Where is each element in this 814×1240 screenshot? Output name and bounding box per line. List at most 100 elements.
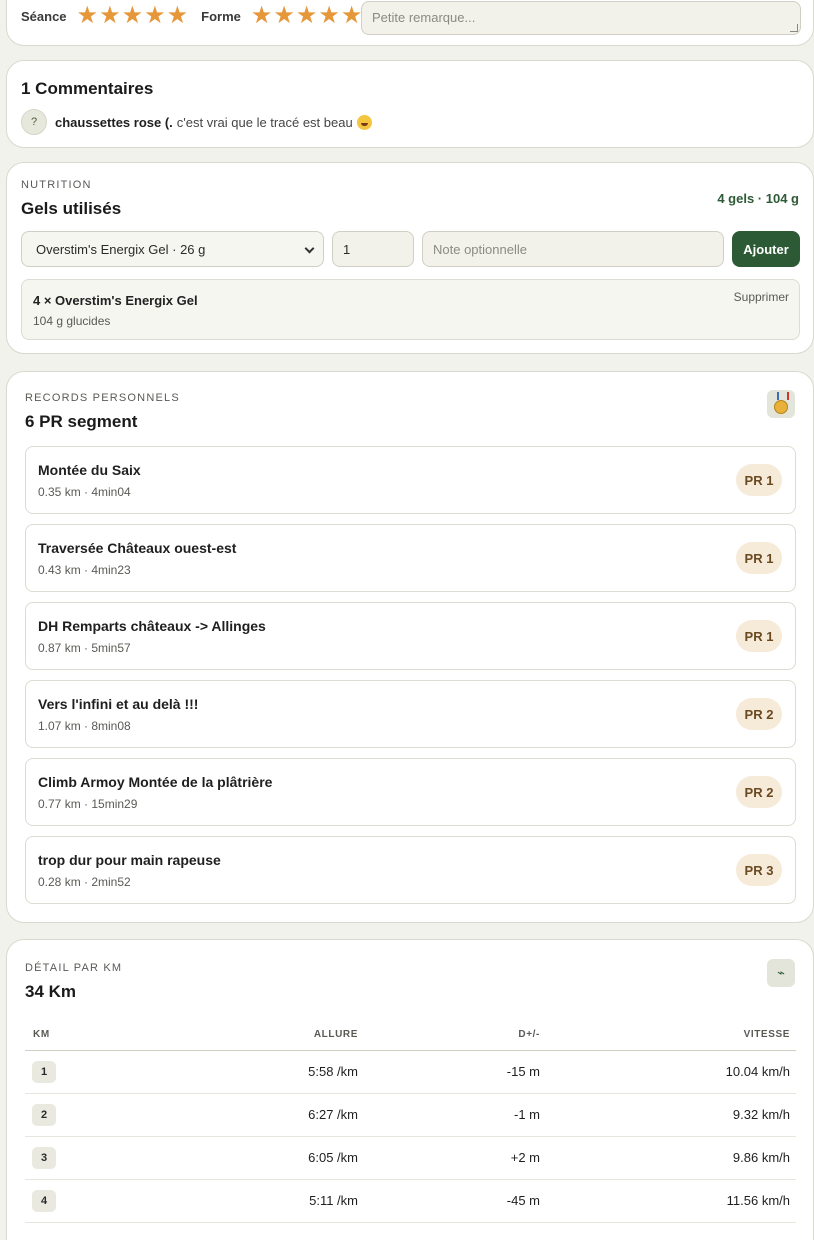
km-detail-card: DÉTAIL PAR KM 34 Km ⌁ KM ALLURE D+/- VIT… [6, 939, 814, 1240]
elevation-cell: -45 m [364, 1179, 546, 1223]
pr-badge: PR 2 [736, 698, 782, 730]
km-chip: 4 [32, 1189, 56, 1212]
pace-cell: 5:11 /km [64, 1179, 364, 1223]
star-icon[interactable]: ★ [341, 4, 363, 28]
bolt-button[interactable]: ⌁ [767, 959, 795, 987]
quantity-input[interactable]: 1 [332, 231, 414, 267]
table-row: 1 5:58 /km -15 m 10.04 km/h [25, 1050, 796, 1094]
comments-card: 1 Commentaires ? chaussettes rose (. c'e… [6, 60, 814, 148]
speed-cell: 9.32 km/h [546, 1093, 796, 1137]
nutrition-kicker: NUTRITION [21, 179, 92, 191]
records-kicker: RECORDS PERSONNELS [25, 392, 180, 404]
star-icon[interactable]: ★ [77, 4, 99, 28]
pr-name: Montée du Saix [38, 462, 141, 478]
speed-cell: 10.04 km/h [546, 1050, 796, 1094]
pace-cell: 5:58 /km [64, 1050, 364, 1094]
medal-button[interactable] [767, 390, 795, 418]
pr-badge: PR 1 [736, 620, 782, 652]
table-header-row: KM ALLURE D+/- VITESSE [25, 1020, 796, 1051]
pace-cell: 6:27 /km [64, 1093, 364, 1137]
gel-entry-name: 4 × Overstim's Energix Gel [33, 293, 198, 308]
seance-stars[interactable]: ★ ★ ★ ★ ★ [77, 4, 190, 28]
header-pace: ALLURE [64, 1020, 364, 1051]
pr-badge: PR 1 [736, 542, 782, 574]
pr-badge: PR 1 [736, 464, 782, 496]
pr-meta: 0.35 km · 4min04 [38, 485, 131, 499]
km-table: KM ALLURE D+/- VITESSE 1 5:58 /km -15 m … [25, 1020, 796, 1223]
km-chip: 3 [32, 1146, 56, 1169]
star-icon[interactable]: ★ [251, 4, 273, 28]
km-title: 34 Km [25, 982, 77, 1001]
comment-text: c'est vrai que le tracé est beau [176, 114, 353, 130]
pr-badge: PR 2 [736, 776, 782, 808]
pr-item[interactable]: Montée du Saix 0.35 km · 4min04 PR 1 [25, 446, 796, 514]
star-icon[interactable]: ★ [99, 4, 121, 28]
medal-icon [774, 392, 789, 414]
pr-meta: 0.28 km · 2min52 [38, 875, 131, 889]
pr-meta: 0.77 km · 15min29 [38, 797, 138, 811]
gel-entry: 4 × Overstim's Energix Gel 104 g glucide… [21, 279, 800, 340]
pr-item[interactable]: Climb Armoy Montée de la plâtrière 0.77 … [25, 758, 796, 826]
resize-handle-icon[interactable] [790, 24, 798, 32]
pr-name: trop dur pour main rapeuse [38, 852, 221, 868]
forme-label: Forme [201, 8, 241, 24]
gel-select[interactable]: Overstim's Energix Gel · 26 g [21, 231, 324, 267]
pr-name: Vers l'infini et au delà !!! [38, 696, 199, 712]
star-icon[interactable]: ★ [318, 4, 340, 28]
seance-label: Séance [21, 8, 67, 24]
pace-cell: 6:05 /km [64, 1136, 364, 1180]
header-elevation: D+/- [364, 1020, 546, 1051]
pr-meta: 0.43 km · 4min23 [38, 563, 131, 577]
comments-title: 1 Commentaires [21, 79, 154, 98]
pr-item[interactable]: DH Remparts châteaux -> Allinges 0.87 km… [25, 602, 796, 670]
delete-gel-button[interactable]: Supprimer [734, 290, 789, 304]
comment-author[interactable]: chaussettes rose (. [55, 115, 173, 130]
star-icon[interactable]: ★ [273, 4, 295, 28]
pr-badge: PR 3 [736, 854, 782, 886]
pr-meta: 0.87 km · 5min57 [38, 641, 131, 655]
table-row: 2 6:27 /km -1 m 9.32 km/h [25, 1093, 796, 1137]
pr-name: Climb Armoy Montée de la plâtrière [38, 774, 273, 790]
pr-item[interactable]: Vers l'infini et au delà !!! 1.07 km · 8… [25, 680, 796, 748]
star-icon[interactable]: ★ [296, 4, 318, 28]
forme-stars[interactable]: ★ ★ ★ ★ ★ [251, 4, 364, 28]
note-placeholder: Note optionnelle [433, 242, 527, 257]
pr-item[interactable]: trop dur pour main rapeuse 0.28 km · 2mi… [25, 836, 796, 904]
km-kicker: DÉTAIL PAR KM [25, 962, 123, 974]
rating-row: Séance ★ ★ ★ ★ ★ Forme ★ ★ ★ ★ ★ [21, 4, 375, 28]
nutrition-title: Gels utilisés [21, 199, 122, 218]
rating-card: Séance ★ ★ ★ ★ ★ Forme ★ ★ ★ ★ ★ Petite … [6, 0, 814, 46]
records-card: RECORDS PERSONNELS 6 PR segment Montée d… [6, 371, 814, 923]
km-chip: 2 [32, 1103, 56, 1126]
add-gel-button[interactable]: Ajouter [732, 231, 800, 267]
star-icon[interactable]: ★ [122, 4, 144, 28]
pr-meta: 1.07 km · 8min08 [38, 719, 131, 733]
header-km: KM [25, 1020, 64, 1051]
records-title: 6 PR segment [25, 412, 138, 431]
note-input[interactable]: Note optionnelle [422, 231, 724, 267]
elevation-cell: -1 m [364, 1093, 546, 1137]
grinning-squint-emoji-icon [356, 114, 372, 130]
speed-cell: 11.56 km/h [546, 1179, 796, 1223]
star-icon[interactable]: ★ [144, 4, 166, 28]
pr-item[interactable]: Traversée Châteaux ouest-est 0.43 km · 4… [25, 524, 796, 592]
speed-cell: 9.86 km/h [546, 1136, 796, 1180]
header-speed: VITESSE [546, 1020, 796, 1051]
quantity-value: 1 [343, 242, 351, 257]
elevation-cell: -15 m [364, 1050, 546, 1094]
star-icon[interactable]: ★ [167, 4, 189, 28]
pr-name: DH Remparts châteaux -> Allinges [38, 618, 266, 634]
table-row: 4 5:11 /km -45 m 11.56 km/h [25, 1179, 796, 1223]
remark-placeholder: Petite remarque... [372, 10, 476, 25]
comment-item: ? chaussettes rose (. c'est vrai que le … [21, 109, 372, 135]
gel-entry-carbs: 104 g glucides [33, 314, 111, 328]
chevron-down-icon [304, 243, 315, 254]
avatar[interactable]: ? [21, 109, 47, 135]
pr-name: Traversée Châteaux ouest-est [38, 540, 237, 556]
nutrition-summary: 4 gels · 104 g [717, 191, 799, 206]
remark-textarea[interactable]: Petite remarque... [361, 1, 801, 35]
table-row: 3 6:05 /km +2 m 9.86 km/h [25, 1136, 796, 1180]
bolt-icon: ⌁ [777, 965, 785, 980]
nutrition-card: NUTRITION Gels utilisés 4 gels · 104 g O… [6, 162, 814, 354]
pr-list: Montée du Saix 0.35 km · 4min04 PR 1 Tra… [25, 446, 796, 914]
